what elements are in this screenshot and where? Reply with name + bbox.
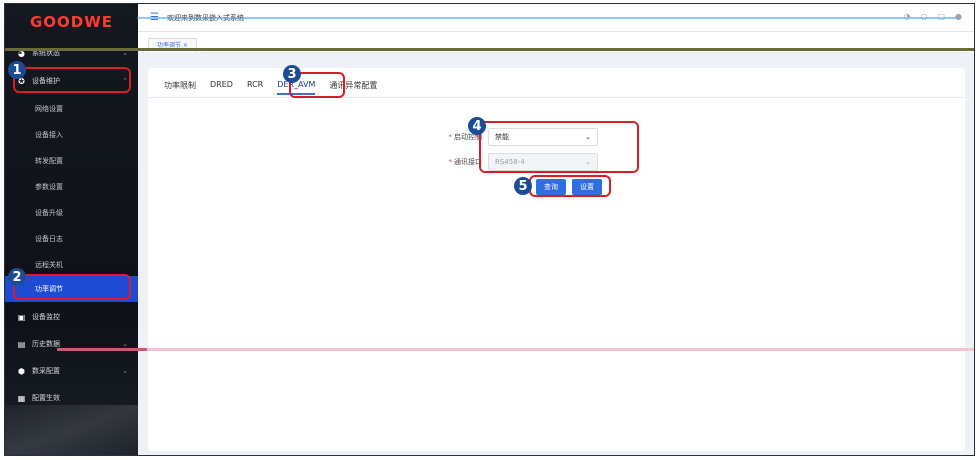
user-icon[interactable]: ● (955, 12, 962, 21)
callout-5: 5 (514, 177, 532, 195)
apply-icon: ▦ (17, 393, 26, 403)
sidebar-item-collector-config[interactable]: ⬢ 数采配置 ⌄ (5, 358, 138, 384)
sidebar-subitem[interactable]: 网络设置 (5, 96, 138, 122)
bell-icon[interactable]: ◔ (903, 12, 910, 21)
divider-line (5, 48, 974, 51)
sidebar-item-label: 设备监控 (32, 313, 60, 321)
highlight-box-4 (479, 121, 639, 173)
chevron-down-icon: ⌄ (122, 367, 128, 375)
chevron-down-icon: ⌄ (122, 340, 128, 348)
sidebar-subitem[interactable]: 设备升级 (5, 200, 138, 226)
sidebar-item-history[interactable]: ▤ 历史数据 ⌄ (5, 331, 138, 357)
sidebar-subitem[interactable]: 参数设置 (5, 174, 138, 200)
fullscreen-icon[interactable]: ▢ (937, 12, 945, 21)
callout-3: 3 (283, 65, 301, 83)
tab-rcr[interactable]: RCR (247, 80, 263, 95)
highlight-box-2 (13, 274, 131, 300)
goodwe-logo: GOODWE (29, 13, 114, 31)
app-window: GOODWE ◕ 系统状态 ⌄ ✪ 设备维护 ⌃ 网络设置 设备接入 转发配置 … (4, 3, 975, 456)
sidebar-item-system-status[interactable]: ◕ 系统状态 ⌄ (5, 40, 138, 66)
sidebar-subitem[interactable]: 转发配置 (5, 148, 138, 174)
callout-4: 4 (468, 117, 486, 135)
refresh-icon[interactable]: ○ (920, 12, 927, 21)
overlay-line-accent (57, 348, 147, 351)
port-label-text: 通讯接口 (454, 158, 482, 166)
required-mark: * (448, 158, 453, 166)
callout-2: 2 (8, 268, 26, 286)
required-mark: * (448, 133, 453, 141)
sidebar-subitem[interactable]: 设备日志 (5, 226, 138, 252)
sidebar-item-device-monitor[interactable]: ▣ 设备监控 (5, 304, 138, 330)
sidebar-item-label: 历史数据 (32, 340, 60, 348)
tab-dred[interactable]: DRED (210, 80, 233, 95)
sidebar-item-label: 配置生效 (32, 394, 60, 402)
config-icon: ⬢ (18, 366, 25, 376)
highlight-box-5 (529, 175, 611, 197)
history-icon: ▤ (17, 339, 26, 349)
overlay-line (57, 348, 974, 351)
tab-power-limit[interactable]: 功率限制 (164, 80, 196, 95)
sidebar-decoration (5, 405, 138, 455)
settings-tabs: 功率限制 DRED RCR DER_AVM 通讯异常配置 (164, 80, 377, 95)
top-right-tools: ◔ ○ ▢ ● (903, 12, 962, 21)
sidebar-subitem[interactable]: 设备接入 (5, 122, 138, 148)
comm-port-label: * 通讯接口 (426, 157, 483, 167)
sidebar-item-label: 数采配置 (32, 367, 60, 375)
tabs-divider (148, 97, 965, 98)
monitor-icon: ▣ (17, 312, 26, 322)
callout-1: 1 (8, 61, 26, 79)
highlight-box-1 (13, 67, 131, 93)
header-line (137, 17, 957, 19)
